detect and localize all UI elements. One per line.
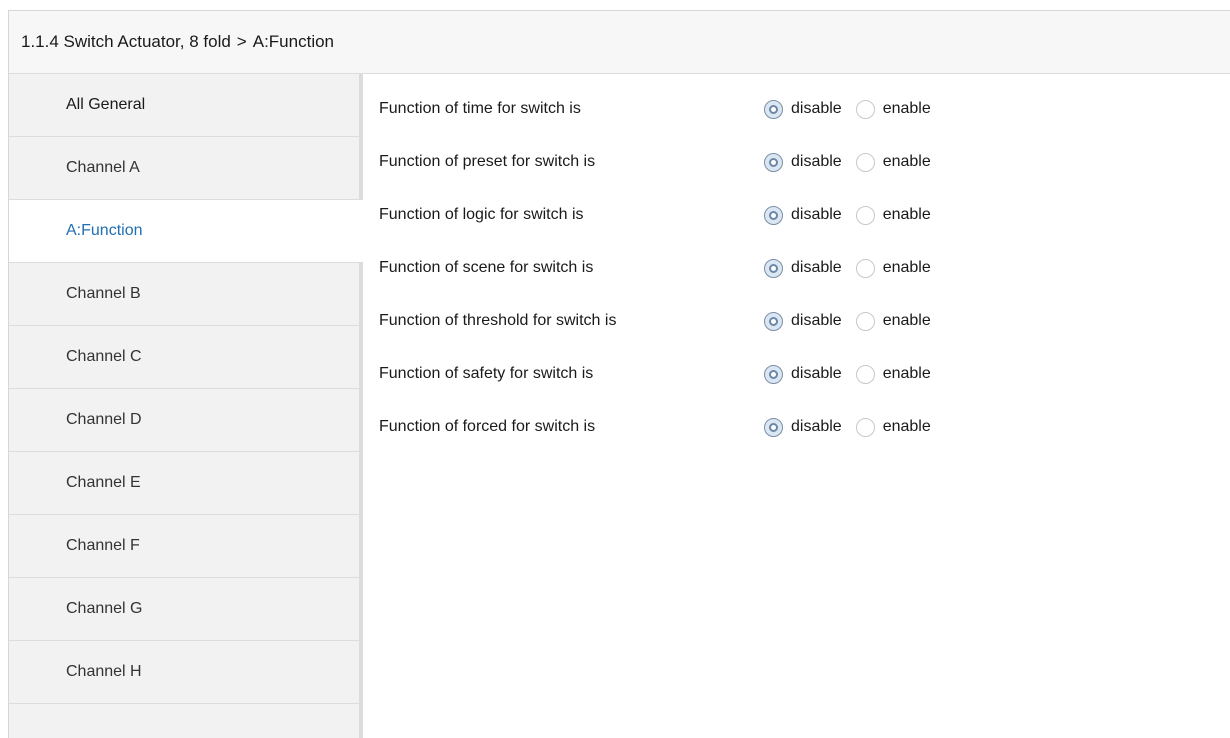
radio-unchecked-icon bbox=[855, 205, 875, 225]
radio-label-disable: disable bbox=[791, 259, 842, 276]
sidebar-item-label: Channel C bbox=[66, 348, 142, 365]
parameter-window: 1.1.4 Switch Actuator, 8 fold > A:Functi… bbox=[8, 10, 1230, 738]
radio-enable[interactable]: enable bbox=[855, 205, 931, 225]
radio-label-enable: enable bbox=[882, 312, 931, 329]
radio-group: disable enable bbox=[764, 417, 931, 437]
param-label: Function of time for switch is bbox=[379, 100, 581, 117]
param-label: Function of threshold for switch is bbox=[379, 312, 617, 329]
radio-group: disable enable bbox=[764, 99, 931, 119]
radio-label-disable: disable bbox=[791, 312, 842, 329]
breadcrumb-current: A:Function bbox=[252, 32, 334, 51]
sidebar-nav: All General Channel A A:Function Channel… bbox=[9, 74, 363, 738]
breadcrumb: 1.1.4 Switch Actuator, 8 fold > A:Functi… bbox=[9, 11, 1230, 74]
radio-disable[interactable]: disable bbox=[764, 311, 842, 331]
sidebar-item-channel-d[interactable]: Channel D bbox=[9, 389, 359, 452]
sidebar-item-label: Channel H bbox=[66, 663, 142, 680]
param-row-time: Function of time for switch is disable e… bbox=[379, 94, 931, 124]
sidebar-item-channel-b[interactable]: Channel B bbox=[9, 263, 359, 326]
radio-disable[interactable]: disable bbox=[764, 99, 842, 119]
breadcrumb-separator: > bbox=[236, 32, 247, 51]
param-row-forced: Function of forced for switch is disable… bbox=[379, 412, 931, 442]
sidebar-item-label: Channel A bbox=[66, 159, 140, 176]
radio-label-disable: disable bbox=[791, 418, 842, 435]
radio-unchecked-icon bbox=[855, 99, 875, 119]
radio-checked-icon bbox=[764, 417, 783, 437]
param-label: Function of forced for switch is bbox=[379, 418, 596, 435]
radio-unchecked-icon bbox=[855, 311, 875, 331]
radio-enable[interactable]: enable bbox=[855, 364, 931, 384]
radio-enable[interactable]: enable bbox=[855, 99, 931, 119]
param-row-scene: Function of scene for switch is disable … bbox=[379, 253, 931, 283]
radio-enable[interactable]: enable bbox=[855, 258, 931, 278]
radio-group: disable enable bbox=[764, 311, 931, 331]
radio-unchecked-icon bbox=[855, 364, 875, 384]
sidebar-item-channel-c[interactable]: Channel C bbox=[9, 326, 359, 389]
param-label: Function of logic for switch is bbox=[379, 206, 584, 223]
radio-group: disable enable bbox=[764, 258, 931, 278]
sidebar-item-channel-h[interactable]: Channel H bbox=[9, 641, 359, 704]
radio-checked-icon bbox=[764, 205, 783, 225]
radio-label-enable: enable bbox=[882, 206, 931, 223]
radio-label-disable: disable bbox=[791, 206, 842, 223]
radio-unchecked-icon bbox=[855, 258, 875, 278]
sidebar-item-channel-a[interactable]: Channel A bbox=[9, 137, 359, 200]
param-row-preset: Function of preset for switch is disable… bbox=[379, 147, 931, 177]
radio-label-enable: enable bbox=[882, 100, 931, 117]
param-label: Function of preset for switch is bbox=[379, 153, 596, 170]
sidebar-item-channel-g[interactable]: Channel G bbox=[9, 578, 359, 641]
sidebar-item-label: All General bbox=[66, 96, 146, 113]
radio-enable[interactable]: enable bbox=[855, 417, 931, 437]
param-label: Function of scene for switch is bbox=[379, 259, 594, 276]
radio-checked-icon bbox=[764, 99, 783, 119]
sidebar-item-channel-f[interactable]: Channel F bbox=[9, 515, 359, 578]
radio-label-enable: enable bbox=[882, 153, 931, 170]
sidebar-item-label: Channel D bbox=[66, 411, 142, 428]
radio-label-enable: enable bbox=[882, 259, 931, 276]
radio-label-disable: disable bbox=[791, 365, 842, 382]
sidebar-item-channel-e[interactable]: Channel E bbox=[9, 452, 359, 515]
sidebar-item-label: A:Function bbox=[66, 222, 143, 239]
radio-enable[interactable]: enable bbox=[855, 311, 931, 331]
radio-enable[interactable]: enable bbox=[855, 152, 931, 172]
sidebar-item-label: Channel F bbox=[66, 537, 140, 554]
param-row-threshold: Function of threshold for switch is disa… bbox=[379, 306, 931, 336]
radio-disable[interactable]: disable bbox=[764, 417, 842, 437]
breadcrumb-device: 1.1.4 Switch Actuator, 8 fold bbox=[21, 32, 231, 51]
param-row-safety: Function of safety for switch is disable… bbox=[379, 359, 931, 389]
parameter-panel: Function of time for switch is disable e… bbox=[367, 74, 1230, 738]
radio-unchecked-icon bbox=[855, 417, 875, 437]
radio-disable[interactable]: disable bbox=[764, 205, 842, 225]
sidebar-item-a-function[interactable]: A:Function bbox=[9, 200, 363, 263]
radio-disable[interactable]: disable bbox=[764, 258, 842, 278]
sidebar-item-all-general[interactable]: All General bbox=[9, 74, 359, 137]
radio-checked-icon bbox=[764, 258, 783, 278]
radio-disable[interactable]: disable bbox=[764, 152, 842, 172]
sidebar-item-label: Channel E bbox=[66, 474, 141, 491]
radio-group: disable enable bbox=[764, 364, 931, 384]
sidebar-item-label: Channel B bbox=[66, 285, 141, 302]
radio-label-enable: enable bbox=[882, 365, 931, 382]
radio-disable[interactable]: disable bbox=[764, 364, 842, 384]
radio-unchecked-icon bbox=[855, 152, 875, 172]
radio-group: disable enable bbox=[764, 205, 931, 225]
radio-label-disable: disable bbox=[791, 100, 842, 117]
radio-checked-icon bbox=[764, 364, 783, 384]
radio-checked-icon bbox=[764, 311, 783, 331]
radio-label-disable: disable bbox=[791, 153, 842, 170]
param-row-logic: Function of logic for switch is disable … bbox=[379, 200, 931, 230]
radio-label-enable: enable bbox=[882, 418, 931, 435]
radio-group: disable enable bbox=[764, 152, 931, 172]
param-label: Function of safety for switch is bbox=[379, 365, 594, 382]
radio-checked-icon bbox=[764, 152, 783, 172]
sidebar-item-label: Channel G bbox=[66, 600, 143, 617]
